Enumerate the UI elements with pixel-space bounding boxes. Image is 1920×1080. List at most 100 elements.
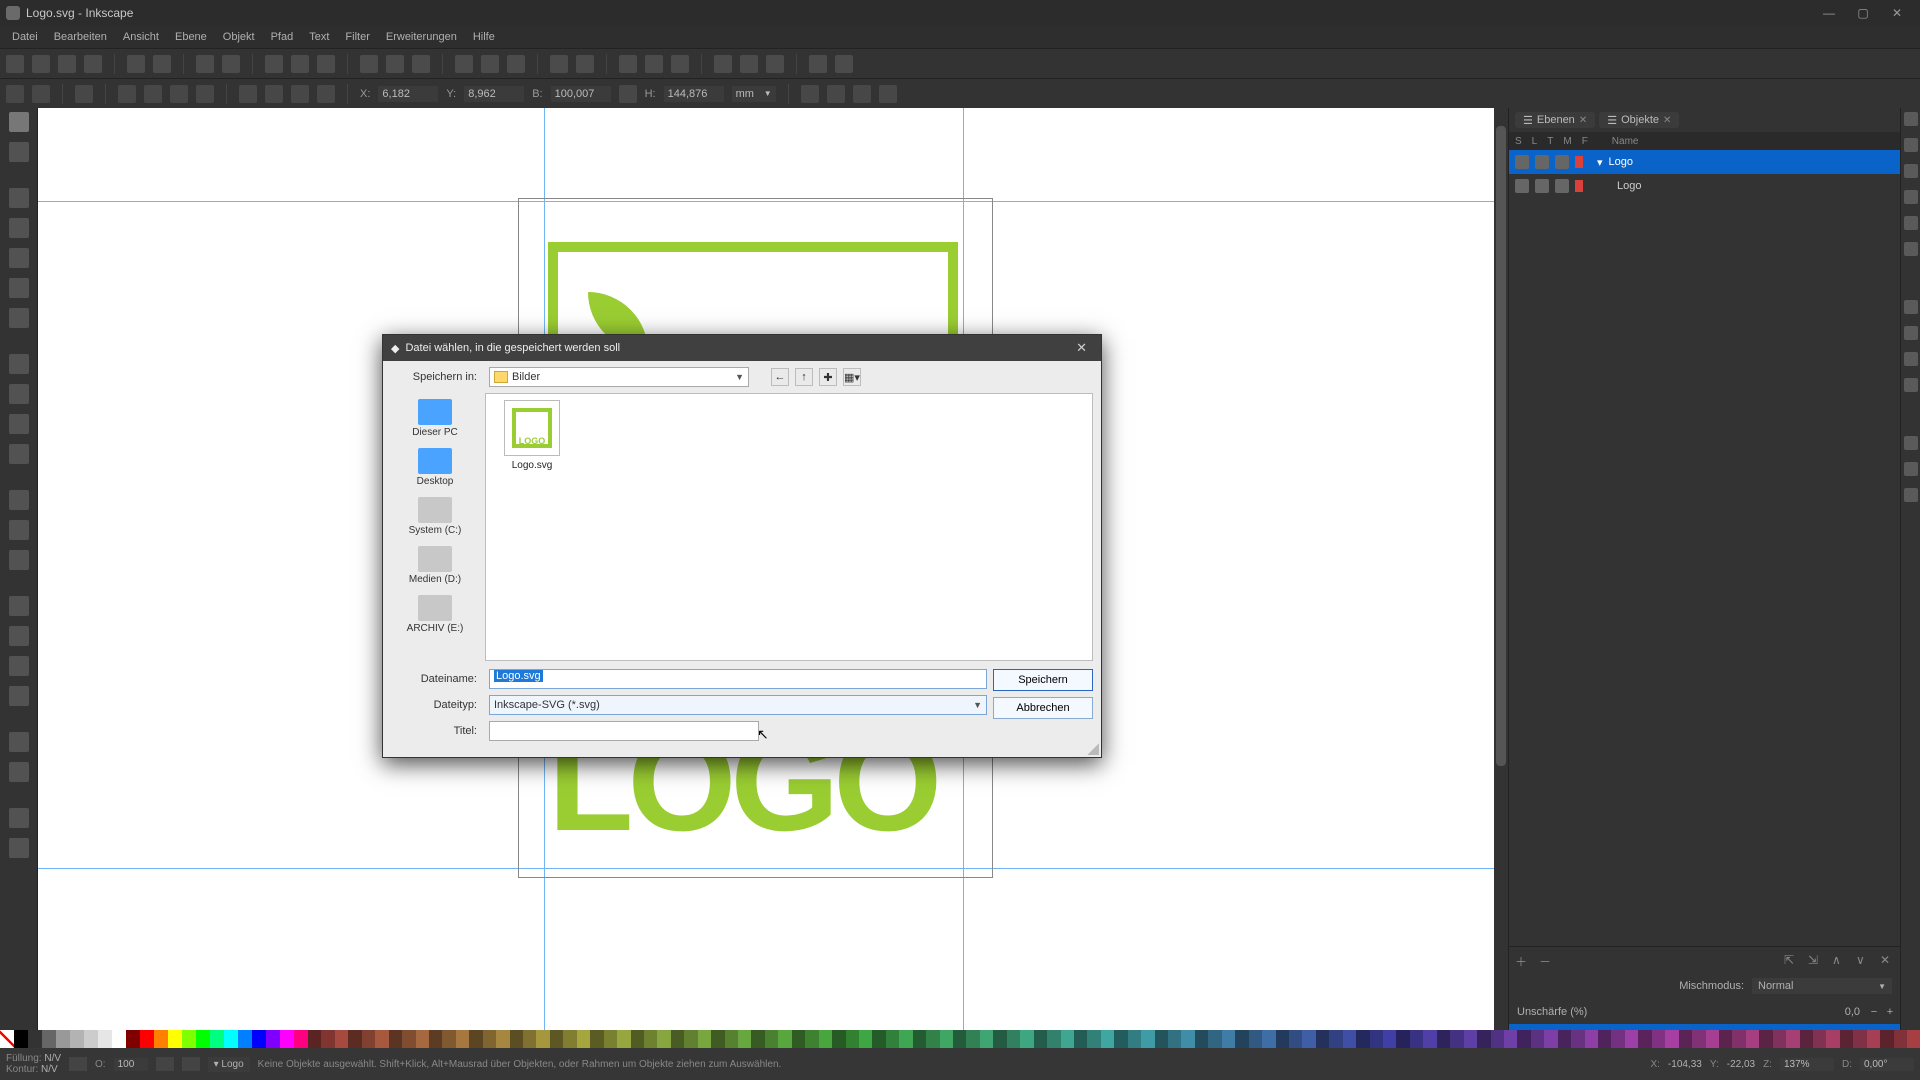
swatch[interactable] (1894, 1030, 1907, 1048)
swatch[interactable] (1168, 1030, 1181, 1048)
cut-icon[interactable] (291, 55, 309, 73)
status-rotate-input[interactable] (1860, 1058, 1914, 1071)
dock-selectors-icon[interactable] (1904, 488, 1918, 502)
new-doc-icon[interactable] (6, 55, 24, 73)
swatch[interactable] (182, 1030, 196, 1048)
swatch[interactable] (210, 1030, 224, 1048)
xml-icon[interactable] (671, 55, 689, 73)
swatch[interactable] (1531, 1030, 1544, 1048)
dropper-tool-icon[interactable] (9, 550, 29, 570)
swatch[interactable] (252, 1030, 266, 1048)
swatch[interactable] (563, 1030, 576, 1048)
swatch[interactable] (1491, 1030, 1504, 1048)
scale-corners-icon[interactable] (827, 85, 845, 103)
lower-bottom-icon[interactable] (317, 85, 335, 103)
text-tool-icon[interactable] (9, 444, 29, 464)
gradient-tool-icon[interactable] (9, 490, 29, 510)
swatch[interactable] (1450, 1030, 1463, 1048)
menu-ebene[interactable]: Ebene (167, 29, 215, 45)
status-opacity-input[interactable] (114, 1058, 148, 1071)
swatch[interactable] (1786, 1030, 1799, 1048)
swatch[interactable] (980, 1030, 993, 1048)
import-icon[interactable] (127, 55, 145, 73)
swatch[interactable] (1692, 1030, 1705, 1048)
swatch[interactable] (751, 1030, 764, 1048)
swatch[interactable] (711, 1030, 724, 1048)
swatch[interactable] (644, 1030, 657, 1048)
export-icon[interactable] (153, 55, 171, 73)
swatch[interactable] (1007, 1030, 1020, 1048)
swatch[interactable] (1074, 1030, 1087, 1048)
ungroup-icon[interactable] (576, 55, 594, 73)
dock-fillstroke-icon[interactable] (1904, 112, 1918, 126)
swatch[interactable] (1235, 1030, 1248, 1048)
file-list[interactable]: Logo.svg (485, 393, 1093, 661)
swatch[interactable] (348, 1030, 361, 1048)
swatch[interactable] (1477, 1030, 1490, 1048)
coord-y-input[interactable] (464, 86, 524, 102)
swatch[interactable] (1181, 1030, 1194, 1048)
swatch[interactable] (993, 1030, 1006, 1048)
window-minimize-button[interactable]: — (1812, 3, 1846, 23)
swatch[interactable] (1370, 1030, 1383, 1048)
visibility-icon[interactable] (156, 1057, 174, 1071)
undo-icon[interactable] (196, 55, 214, 73)
pencil-tool-icon[interactable] (9, 384, 29, 404)
swatch[interactable] (1679, 1030, 1692, 1048)
delete-icon[interactable]: ✕ (1880, 953, 1894, 967)
status-zoom-input[interactable] (1780, 1058, 1834, 1071)
redo-icon[interactable] (222, 55, 240, 73)
place-archiv-e[interactable]: ARCHIV (E:) (407, 595, 464, 634)
swatch[interactable] (1302, 1030, 1315, 1048)
swatch[interactable] (725, 1030, 738, 1048)
select-all-layers-icon[interactable] (6, 85, 24, 103)
swatch[interactable] (1034, 1030, 1047, 1048)
window-close-button[interactable]: ✕ (1880, 3, 1914, 23)
swatch[interactable] (1316, 1030, 1329, 1048)
swatch[interactable] (1585, 1030, 1598, 1048)
dock-objprops-icon[interactable] (1904, 138, 1918, 152)
dock-align-icon[interactable] (1904, 242, 1918, 256)
prefs-icon[interactable] (835, 55, 853, 73)
swatch[interactable] (1611, 1030, 1624, 1048)
swatch[interactable] (684, 1030, 697, 1048)
dock-objects-icon[interactable] (1904, 190, 1918, 204)
swatch[interactable] (321, 1030, 334, 1048)
swatch[interactable] (14, 1030, 28, 1048)
eraser-tool-icon[interactable] (9, 686, 29, 706)
swatch[interactable] (1061, 1030, 1074, 1048)
swatch[interactable] (631, 1030, 644, 1048)
swatch[interactable] (335, 1030, 348, 1048)
swatch[interactable] (1598, 1030, 1611, 1048)
swatch[interactable] (140, 1030, 154, 1048)
swatch[interactable] (1101, 1030, 1114, 1048)
swatch[interactable] (1558, 1030, 1571, 1048)
swatch[interactable] (1141, 1030, 1154, 1048)
swatch[interactable] (1907, 1030, 1920, 1048)
swatch[interactable] (1867, 1030, 1880, 1048)
nav-back-icon[interactable]: ← (771, 368, 789, 386)
swatch[interactable] (456, 1030, 469, 1048)
raise-top-icon[interactable] (239, 85, 257, 103)
swatch[interactable] (98, 1030, 112, 1048)
collapse-icon[interactable]: ⇱ (1784, 953, 1798, 967)
swatch[interactable] (1020, 1030, 1033, 1048)
rotate-cw-icon[interactable] (144, 85, 162, 103)
close-icon[interactable]: ✕ (1663, 115, 1671, 126)
menu-text[interactable]: Text (301, 29, 337, 45)
swatch[interactable] (1625, 1030, 1638, 1048)
print-icon[interactable] (84, 55, 102, 73)
swatch[interactable] (1114, 1030, 1127, 1048)
swatch[interactable] (886, 1030, 899, 1048)
toggle-selection-icon[interactable] (75, 85, 93, 103)
move-up-icon[interactable]: ∧ (1832, 953, 1846, 967)
swatch[interactable] (1773, 1030, 1786, 1048)
connector-tool-icon[interactable] (9, 732, 29, 752)
status-layer[interactable]: ▾ Logo (208, 1057, 250, 1072)
swatch[interactable] (442, 1030, 455, 1048)
swatch[interactable] (617, 1030, 630, 1048)
layer-name[interactable]: Logo (1617, 180, 1641, 192)
swatch[interactable] (1544, 1030, 1557, 1048)
swatch[interactable] (1289, 1030, 1302, 1048)
text-icon[interactable] (645, 55, 663, 73)
